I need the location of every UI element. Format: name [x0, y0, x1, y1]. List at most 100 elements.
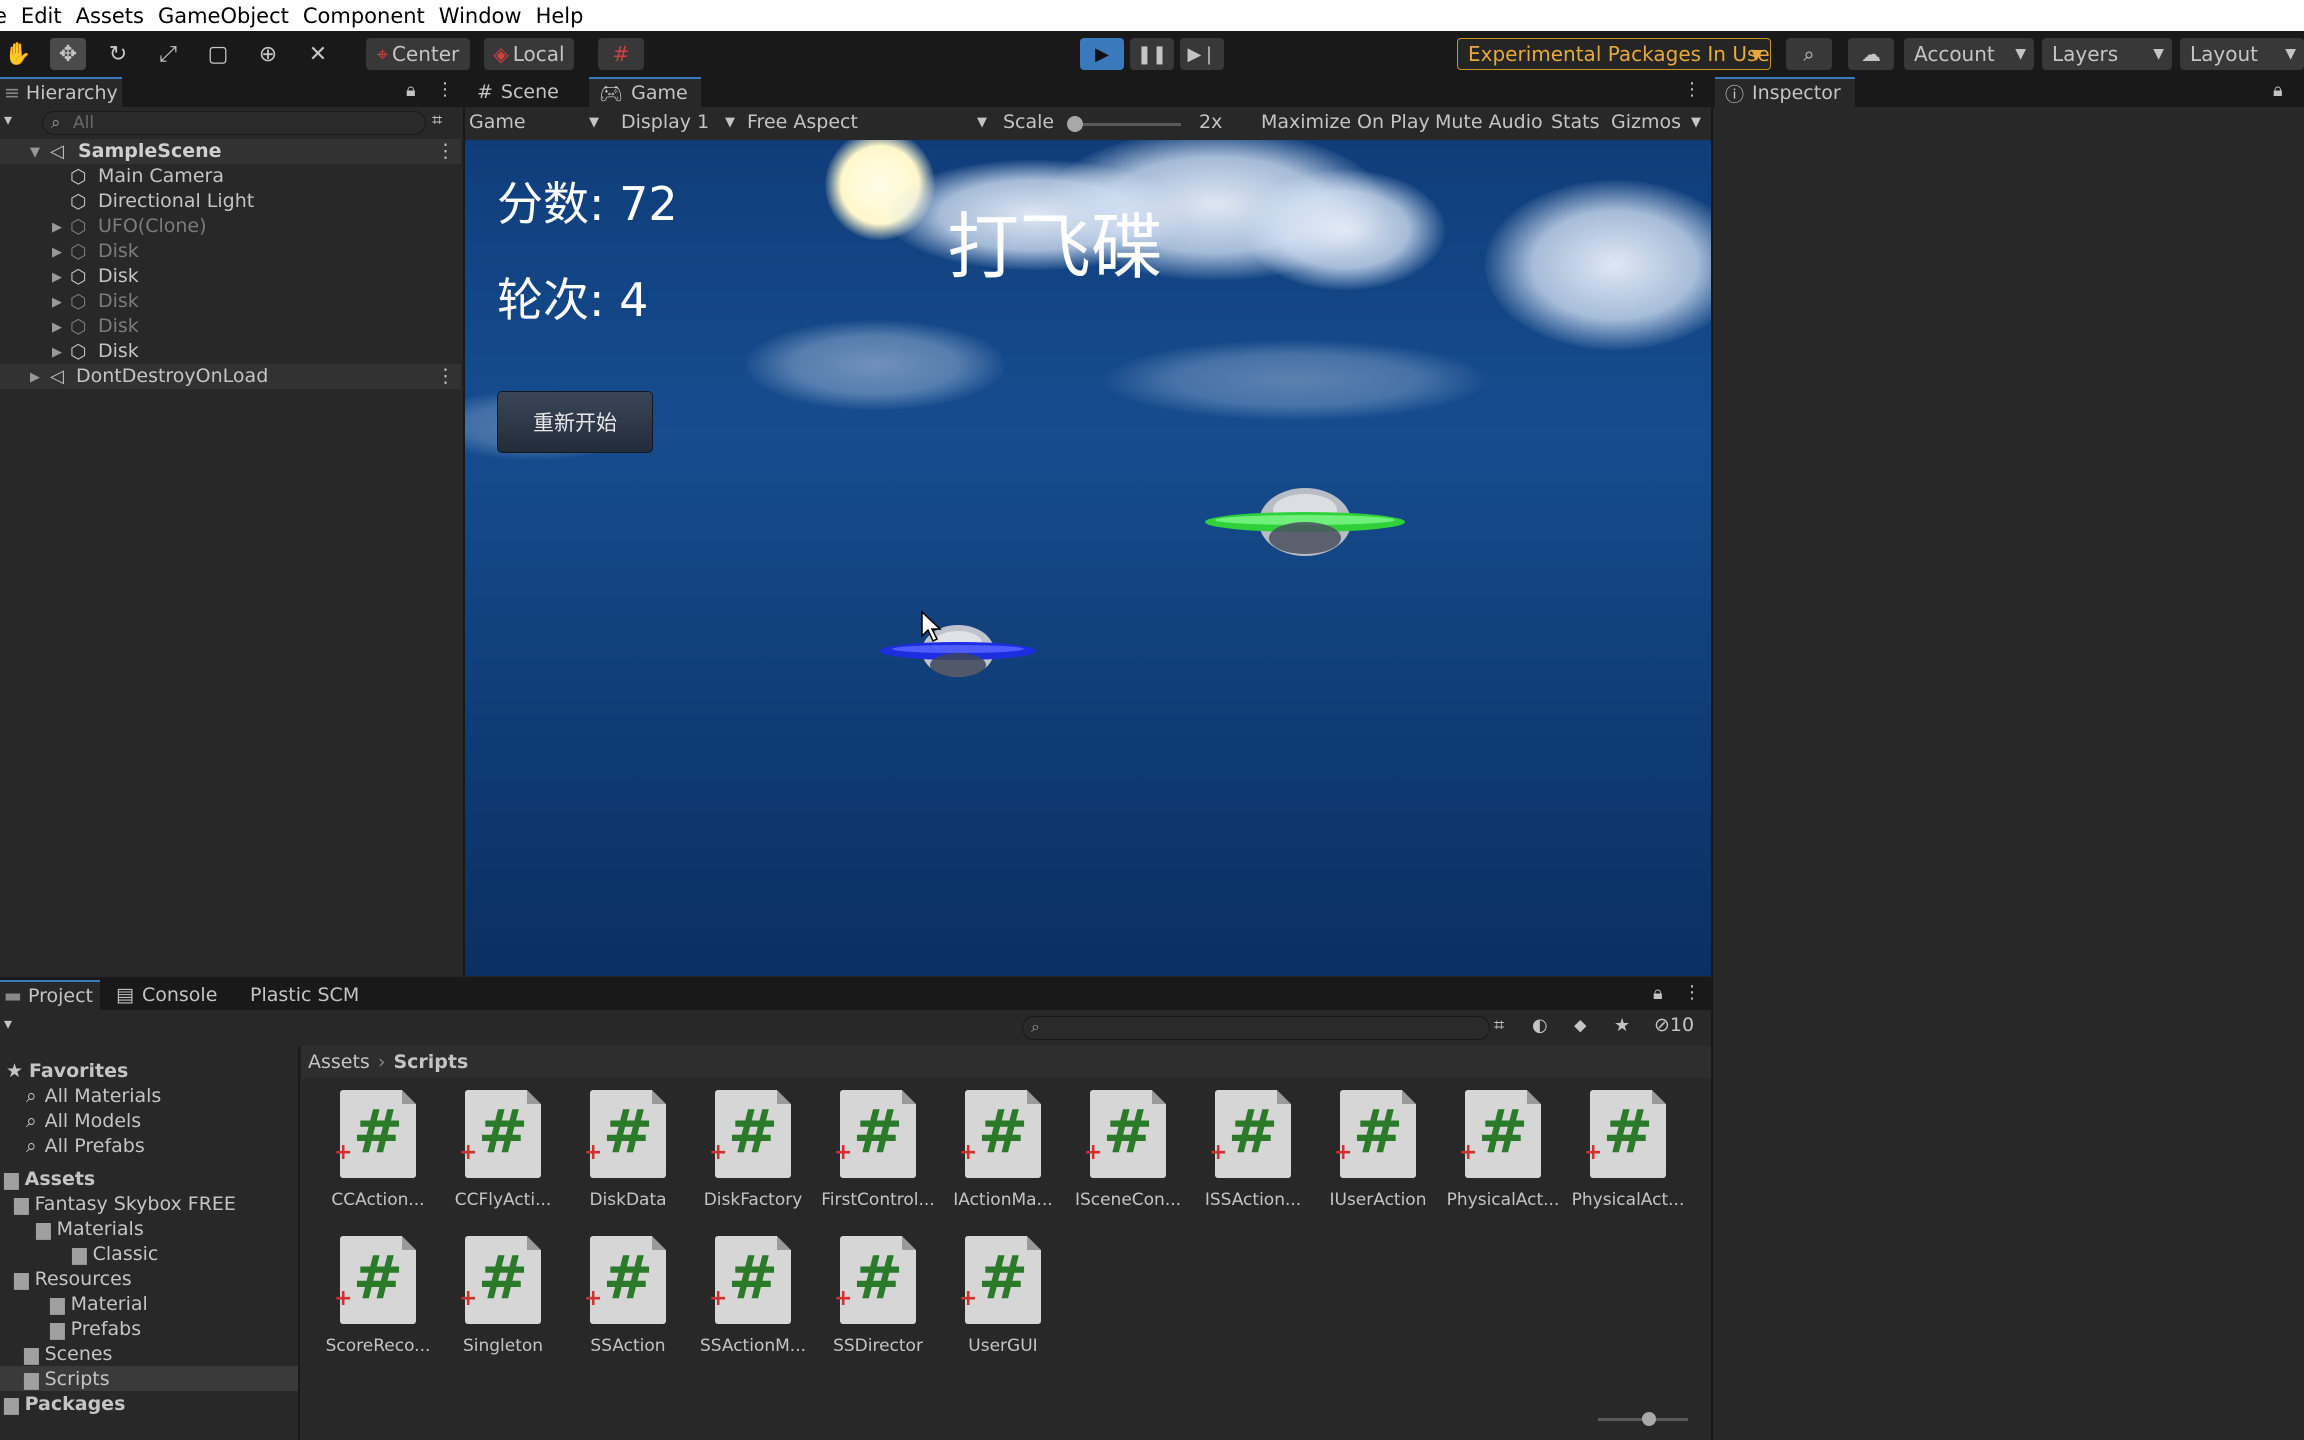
- lock-icon[interactable]: 🔒︎: [2273, 80, 2283, 101]
- rect-tool-icon[interactable]: ▢: [200, 38, 236, 70]
- stats-toggle[interactable]: Stats: [1551, 111, 1600, 133]
- scale-tool-icon[interactable]: ⤢: [150, 38, 186, 70]
- tab-hierarchy[interactable]: ≡ Hierarchy: [0, 77, 122, 107]
- menu-edit-partial[interactable]: e: [0, 4, 7, 28]
- favorite-star-icon[interactable]: ★: [1614, 1015, 1630, 1036]
- script-asset[interactable]: # + DiskData: [552, 1090, 682, 1230]
- aspect-dropdown[interactable]: Free Aspect ▼: [747, 111, 987, 137]
- script-asset[interactable]: # + IUserAction: [1302, 1090, 1432, 1230]
- hierarchy-item-disk[interactable]: ▶ ⬡ Disk: [0, 239, 461, 264]
- hierarchy-scene-row[interactable]: ▼ ◁ SampleScene ⋮: [0, 139, 461, 164]
- add-dropdown-icon[interactable]: ▾: [4, 1014, 12, 1033]
- search-scene-icon[interactable]: ⌗: [1494, 1015, 1504, 1036]
- account-dropdown[interactable]: Account ▼: [1904, 38, 2034, 70]
- script-asset[interactable]: # + Singleton: [427, 1236, 557, 1376]
- hierarchy-dontdestroy-row[interactable]: ▶ ◁ DontDestroyOnLoad ⋮: [0, 364, 461, 389]
- filter-type-icon[interactable]: ◐: [1532, 1015, 1548, 1036]
- rotate-tool-icon[interactable]: ↻: [100, 38, 136, 70]
- kebab-menu-icon[interactable]: ⋮: [436, 79, 454, 100]
- project-search-input[interactable]: ⌕: [1022, 1016, 1490, 1040]
- tab-scene[interactable]: # Scene: [467, 77, 585, 107]
- hierarchy-item-directional-light[interactable]: ⬡ Directional Light: [0, 189, 461, 214]
- fold-closed-icon[interactable]: ▶: [52, 320, 62, 335]
- tab-inspector[interactable]: ⓘ Inspector: [1715, 77, 1855, 107]
- menu-edit[interactable]: Edit: [21, 4, 62, 28]
- display-dropdown[interactable]: Display 1 ▼: [621, 111, 735, 137]
- script-asset[interactable]: # + IActionMa...: [927, 1090, 1057, 1230]
- hand-tool-icon[interactable]: ✋: [0, 38, 36, 70]
- kebab-menu-icon[interactable]: ⋮: [436, 140, 455, 162]
- tree-folder[interactable]: ▆ Material: [50, 1291, 148, 1316]
- hierarchy-search-input[interactable]: ⌕ All: [42, 111, 426, 135]
- tree-folder[interactable]: ▆ Materials: [36, 1216, 144, 1241]
- script-asset[interactable]: # + ScoreReco...: [302, 1236, 432, 1376]
- label-tag-icon[interactable]: ⬥: [1574, 1015, 1587, 1036]
- tree-folder[interactable]: ▆ Resources: [14, 1266, 132, 1291]
- favorite-item[interactable]: ⌕ All Materials: [26, 1083, 161, 1108]
- mute-audio-toggle[interactable]: Mute Audio: [1435, 111, 1543, 133]
- hierarchy-item-disk[interactable]: ▶ ⬡ Disk: [0, 314, 461, 339]
- experimental-packages-dropdown[interactable]: Experimental Packages In Use ▼: [1457, 38, 1771, 70]
- lock-icon[interactable]: 🔒︎: [1653, 983, 1663, 1004]
- script-asset[interactable]: # + CCFlyActi...: [427, 1090, 557, 1230]
- script-asset[interactable]: # + SSAction: [552, 1236, 682, 1376]
- play-button[interactable]: ▶: [1080, 38, 1124, 70]
- script-asset[interactable]: # + UserGUI: [927, 1236, 1057, 1376]
- fold-closed-icon[interactable]: ▶: [52, 220, 62, 235]
- icon-size-slider-thumb[interactable]: [1642, 1412, 1656, 1426]
- kebab-menu-icon[interactable]: ⋮: [1683, 79, 1701, 100]
- breadcrumb-assets[interactable]: Assets: [308, 1051, 370, 1073]
- pivot-center-button[interactable]: ⌖ Center: [366, 38, 470, 70]
- scale-slider-track[interactable]: [1073, 123, 1181, 126]
- game-view-render[interactable]: 分数: 72 轮次: 4 打飞碟 重新开始: [465, 140, 1711, 976]
- layers-dropdown[interactable]: Layers ▼: [2042, 38, 2172, 70]
- step-button[interactable]: ▶❘: [1180, 38, 1224, 70]
- move-tool-icon[interactable]: ✥: [50, 38, 86, 70]
- hierarchy-item-disk[interactable]: ▶ ⬡ Disk: [0, 339, 461, 364]
- tab-project[interactable]: ▬ Project: [0, 980, 100, 1010]
- hierarchy-item-ufo-clone[interactable]: ▶ ⬡ UFO(Clone): [0, 214, 461, 239]
- menu-component[interactable]: Component: [303, 4, 425, 28]
- tree-folder-selected[interactable]: ▆ Scripts: [24, 1366, 110, 1391]
- fold-closed-icon[interactable]: ▶: [52, 295, 62, 310]
- fold-closed-icon[interactable]: ▶: [52, 270, 62, 285]
- custom-tool-icon[interactable]: ✕: [300, 38, 336, 70]
- script-asset[interactable]: # + PhysicalAct...: [1427, 1090, 1559, 1230]
- breadcrumb-scripts[interactable]: Scripts: [393, 1051, 468, 1073]
- maximize-on-play-toggle[interactable]: Maximize On Play: [1261, 111, 1430, 133]
- script-asset[interactable]: # + ISSAction...: [1177, 1090, 1307, 1230]
- script-asset[interactable]: # + PhysicalAct...: [1552, 1090, 1684, 1230]
- script-asset[interactable]: # + ISceneCon...: [1052, 1090, 1182, 1230]
- hidden-packages-toggle[interactable]: ⊘10: [1654, 1014, 1694, 1036]
- tree-folder[interactable]: ▆ Classic: [72, 1241, 158, 1266]
- kebab-menu-icon[interactable]: ⋮: [436, 365, 455, 387]
- pivot-local-button[interactable]: ◈ Local: [484, 38, 574, 70]
- assets-folder[interactable]: ▆ Assets: [4, 1166, 95, 1191]
- add-dropdown-icon[interactable]: ▾: [4, 110, 12, 129]
- favorite-item[interactable]: ⌕ All Prefabs: [26, 1133, 145, 1158]
- menu-window[interactable]: Window: [439, 4, 522, 28]
- tree-folder[interactable]: ▆ Prefabs: [50, 1316, 141, 1341]
- script-asset[interactable]: # + SSActionM...: [677, 1236, 807, 1376]
- tab-console[interactable]: ▤ Console: [106, 980, 226, 1010]
- fold-closed-icon[interactable]: ▶: [52, 345, 62, 360]
- gizmos-toggle[interactable]: Gizmos: [1611, 111, 1681, 133]
- fold-closed-icon[interactable]: ▶: [30, 370, 40, 385]
- chevron-down-icon[interactable]: ▼: [1691, 115, 1701, 130]
- kebab-menu-icon[interactable]: ⋮: [1683, 982, 1701, 1003]
- layout-dropdown[interactable]: Layout ▼: [2180, 38, 2304, 70]
- favorites-header[interactable]: ★ Favorites: [6, 1058, 128, 1083]
- transform-tool-icon[interactable]: ⊕: [250, 38, 286, 70]
- tree-folder[interactable]: ▆ Fantasy Skybox FREE: [14, 1191, 236, 1216]
- fold-open-icon[interactable]: ▼: [30, 145, 40, 160]
- fold-closed-icon[interactable]: ▶: [52, 245, 62, 260]
- hierarchy-item-disk[interactable]: ▶ ⬡ Disk: [0, 264, 461, 289]
- hierarchy-item-disk[interactable]: ▶ ⬡ Disk: [0, 289, 461, 314]
- menu-help[interactable]: Help: [536, 4, 584, 28]
- scene-search-icon[interactable]: ⌗: [432, 110, 442, 131]
- script-asset[interactable]: # + FirstControl...: [802, 1090, 935, 1230]
- ufo-disk-blue[interactable]: [873, 615, 1043, 695]
- favorite-item[interactable]: ⌕ All Models: [26, 1108, 141, 1133]
- restart-button[interactable]: 重新开始: [497, 391, 653, 453]
- script-asset[interactable]: # + SSDirector: [802, 1236, 932, 1376]
